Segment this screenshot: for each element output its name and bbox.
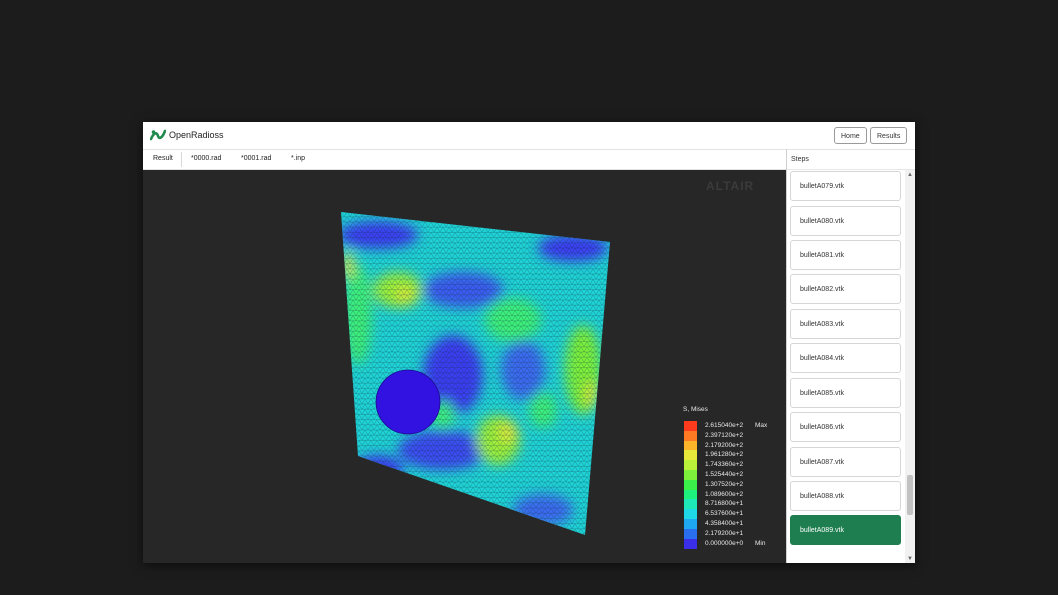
tab-inp[interactable]: *.inp	[291, 155, 305, 162]
app-title: OpenRadioss	[169, 130, 224, 140]
legend-row: 8.716800e+1	[683, 499, 743, 510]
home-button[interactable]: Home	[834, 127, 867, 144]
legend-row: 0.000000e+0 Min	[683, 538, 765, 549]
legend-row: 2.397120e+2	[683, 430, 743, 441]
steps-title: Steps	[791, 156, 809, 163]
legend-row: 1.961280e+2	[683, 450, 743, 461]
legend-swatch	[684, 509, 697, 520]
scroll-thumb[interactable]	[907, 475, 913, 515]
tab-result[interactable]: Result	[153, 155, 173, 162]
openradioss-logo-icon	[150, 129, 166, 141]
legend-value: 8.716800e+1	[705, 500, 744, 508]
legend-swatch	[684, 430, 697, 441]
step-item[interactable]: bulletA082.vtk	[790, 274, 901, 304]
bullet-sphere	[375, 369, 441, 435]
legend-value: 1.743360e+2	[705, 461, 744, 469]
legend-value: 2.179200e+1	[705, 529, 744, 537]
legend-swatch	[684, 421, 697, 431]
step-item[interactable]: bulletA088.vtk	[790, 481, 901, 511]
file-tab-bar: Result *0000.rad *0001.rad *.inp	[143, 150, 786, 170]
step-item[interactable]: bulletA085.vtk	[790, 378, 901, 408]
app-window: OpenRadioss Home Results Result *0000.ra…	[143, 122, 915, 563]
legend-value: 6.537600e+1	[705, 510, 744, 518]
legend-swatch	[684, 479, 697, 490]
legend-min-tag: Min	[755, 539, 766, 547]
step-item[interactable]: bulletA083.vtk	[790, 309, 901, 339]
legend-value: 1.525440e+2	[705, 470, 744, 478]
legend-value: 1.307520e+2	[705, 480, 744, 488]
legend-row: 1.743360e+2	[683, 460, 743, 471]
step-item[interactable]: bulletA079.vtk	[790, 171, 901, 201]
legend-swatch	[684, 538, 697, 549]
legend-value: 4.358400e+1	[705, 519, 744, 527]
legend-swatch	[684, 528, 697, 539]
legend-row: 4.358400e+1	[683, 518, 743, 529]
legend-row: 6.537600e+1	[683, 509, 743, 520]
legend-row: 1.525440e+2	[683, 469, 743, 480]
legend-swatch	[684, 499, 697, 510]
tab-0000-rad[interactable]: *0000.rad	[191, 155, 221, 162]
legend-value: 2.615040e+2	[705, 422, 744, 429]
results-button[interactable]: Results	[870, 127, 908, 144]
legend-row: 2.179200e+1	[683, 528, 743, 539]
tab-0001-rad[interactable]: *0001.rad	[241, 155, 271, 162]
step-item[interactable]: bulletA084.vtk	[790, 343, 901, 373]
legend-title: S, Mises	[683, 406, 708, 413]
legend-scale: 2.615040e+2 Max 2.397120e+2 2.179200e+2 …	[683, 421, 767, 549]
step-item[interactable]: bulletA086.vtk	[790, 412, 901, 442]
3d-viewport[interactable]: ALTAIR S, Mises 2.615040e+2 Max 2.397120…	[143, 170, 786, 563]
steps-scrollbar[interactable]: ▲ ▼	[905, 170, 915, 563]
legend-value: 1.961280e+2	[705, 451, 744, 459]
legend-value: 2.179200e+2	[705, 441, 744, 449]
legend-swatch	[684, 450, 697, 461]
color-legend: S, Mises 2.615040e+2 Max 2.397120e+2 2.1…	[683, 406, 767, 549]
legend-row: 1.307520e+2	[683, 479, 743, 490]
scroll-down-icon[interactable]: ▼	[906, 555, 914, 563]
legend-swatch	[684, 440, 697, 451]
legend-value: 2.397120e+2	[705, 431, 744, 439]
legend-swatch	[684, 469, 697, 480]
legend-swatch	[684, 460, 697, 471]
legend-row: 2.615040e+2 Max	[683, 421, 767, 431]
legend-row: 2.179200e+2	[683, 440, 743, 451]
steps-panel: Steps bulletA079.vtk bulletA080.vtk bull…	[787, 150, 915, 563]
top-bar: OpenRadioss Home Results	[143, 122, 915, 150]
legend-value: 0.000000e+0	[705, 539, 744, 547]
legend-value: 1.089600e+2	[705, 490, 744, 498]
legend-row: 1.089600e+2	[683, 489, 743, 500]
tab-divider	[181, 152, 182, 167]
step-item[interactable]: bulletA080.vtk	[790, 206, 901, 236]
step-item[interactable]: bulletA081.vtk	[790, 240, 901, 270]
steps-list[interactable]: bulletA079.vtk bulletA080.vtk bulletA081…	[787, 169, 915, 563]
legend-max-tag: Max	[755, 422, 768, 429]
step-item-selected[interactable]: bulletA089.vtk	[790, 515, 901, 545]
stress-plate	[341, 212, 610, 535]
legend-swatch	[684, 489, 697, 500]
legend-swatch	[684, 518, 697, 529]
scroll-up-icon[interactable]: ▲	[906, 171, 914, 179]
step-item[interactable]: bulletA087.vtk	[790, 447, 901, 477]
